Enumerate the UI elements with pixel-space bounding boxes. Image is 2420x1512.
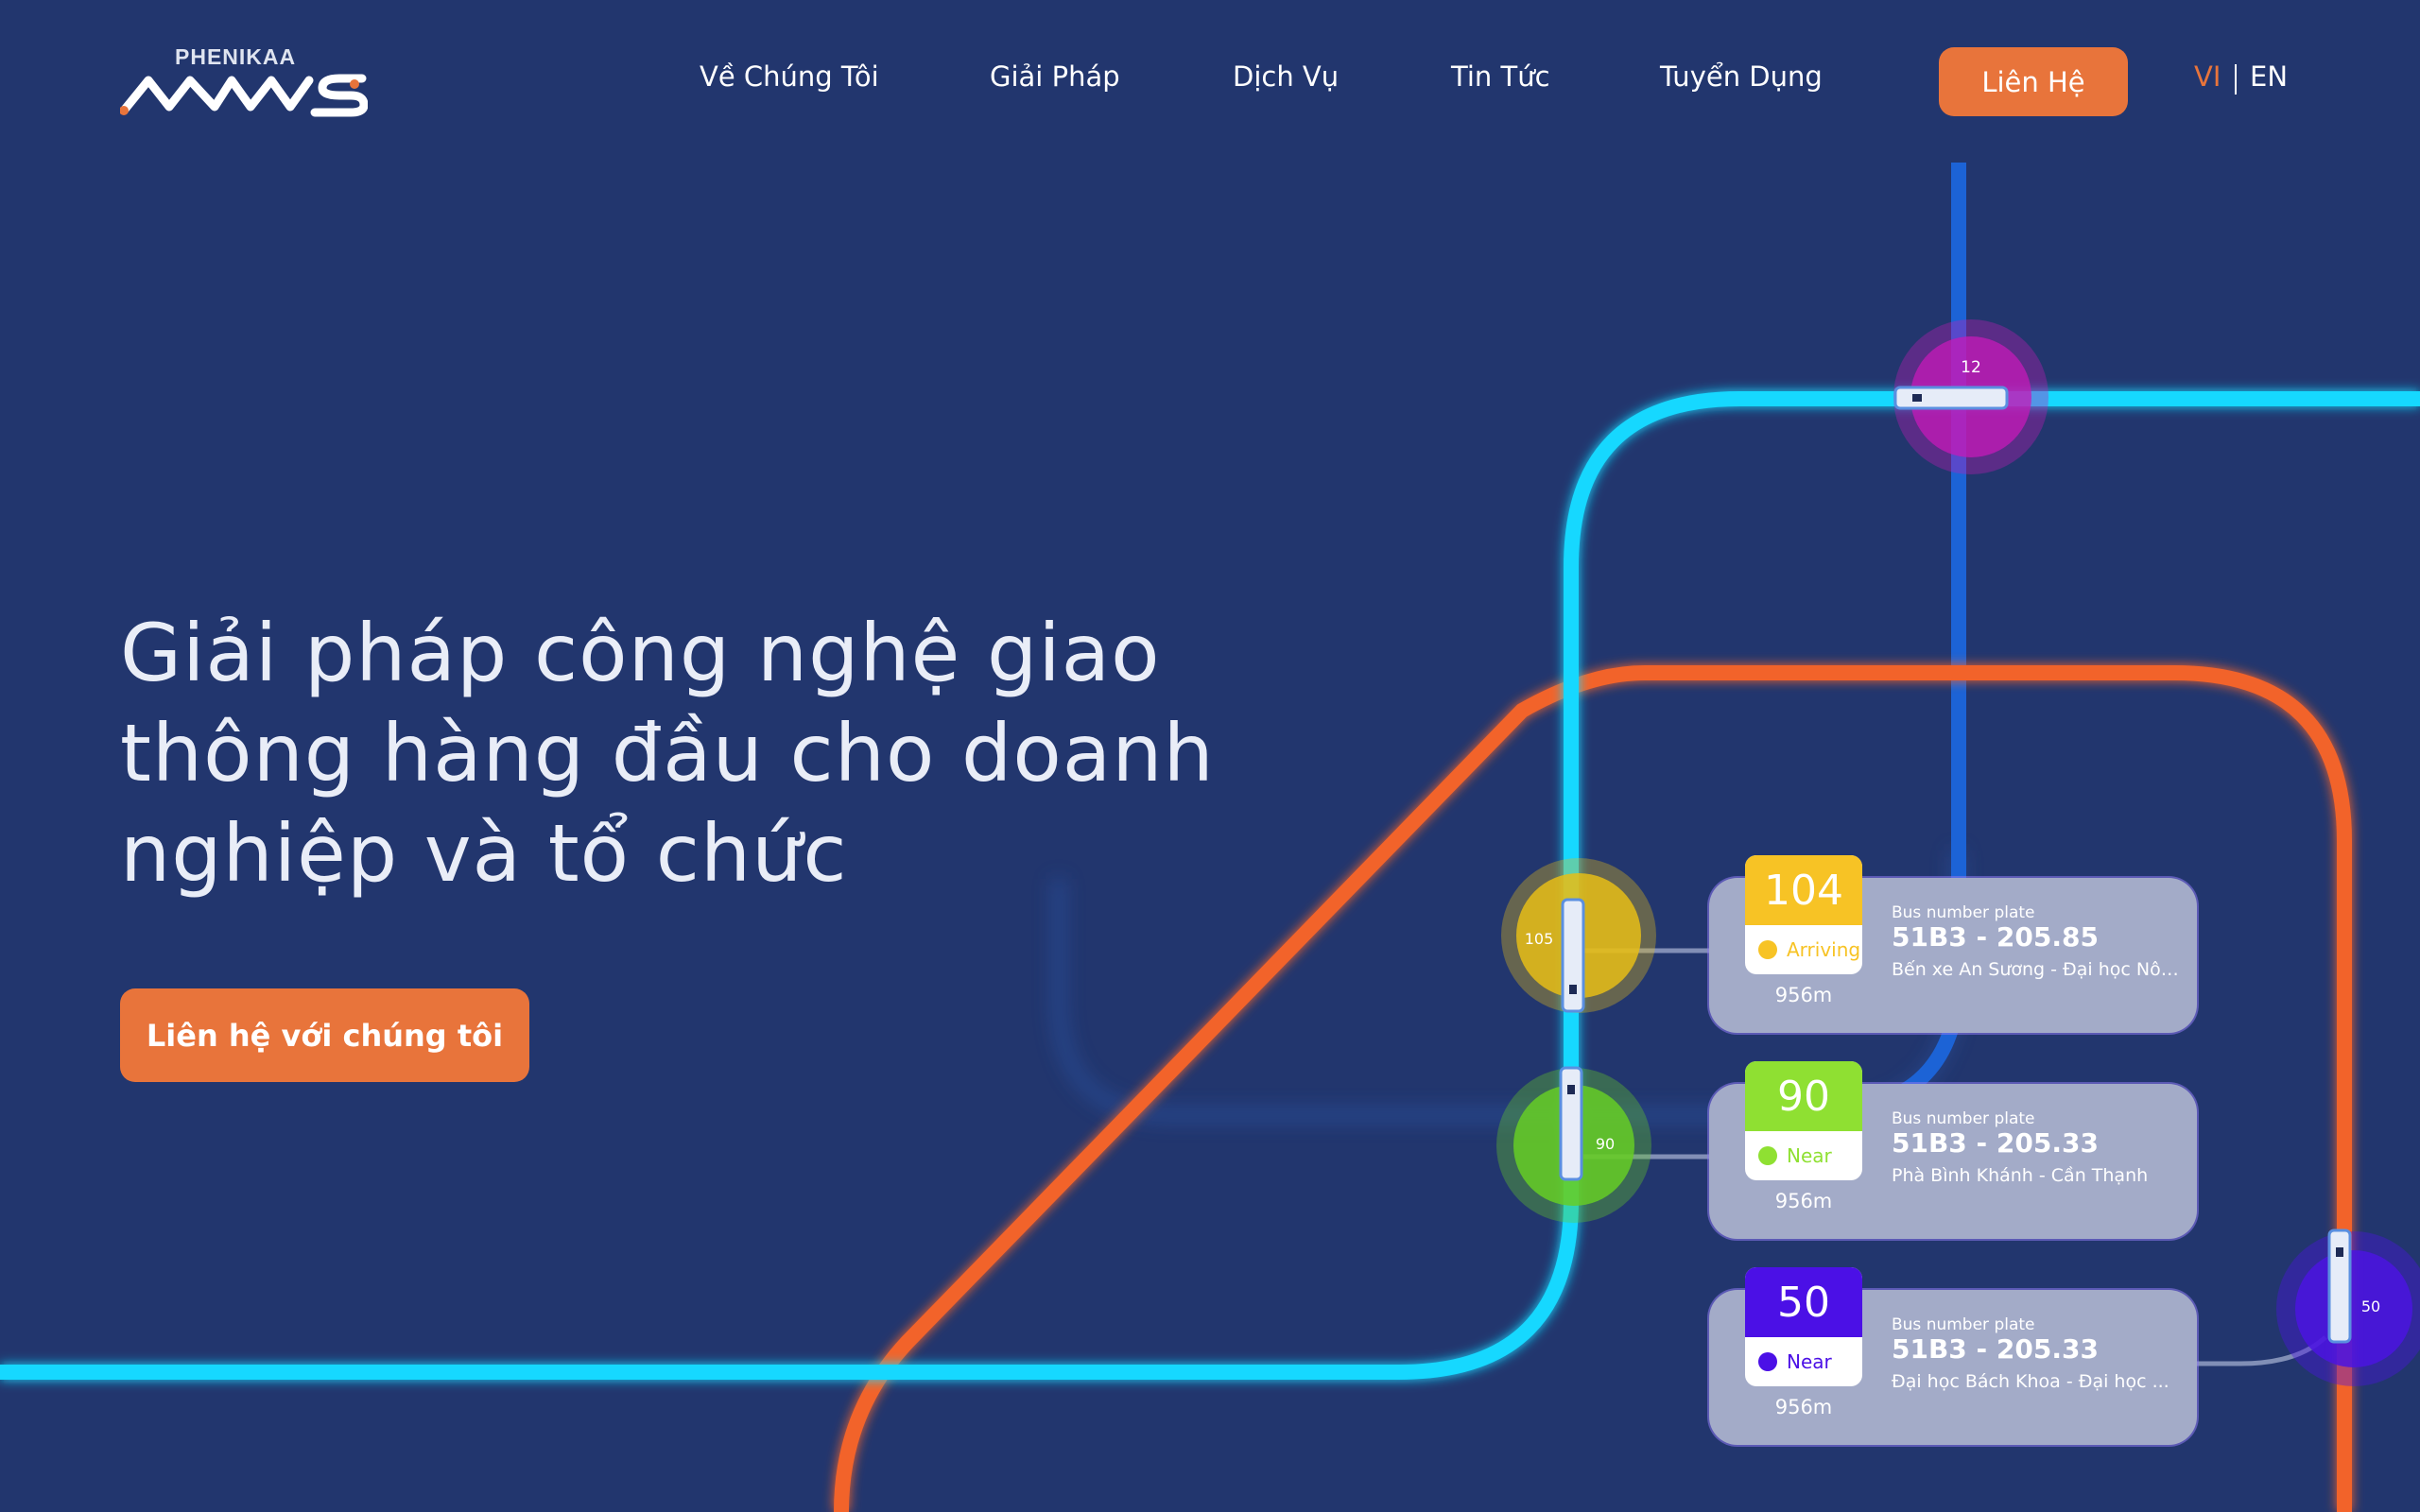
status-label: Arriving xyxy=(1787,938,1861,961)
lang-en-link[interactable]: EN xyxy=(2250,60,2288,93)
plate-number: 51B3 - 205.33 xyxy=(1892,1333,2099,1365)
bus-marker-label: 90 xyxy=(1596,1135,1615,1153)
status-row: Near xyxy=(1745,1131,1862,1180)
bus-card-104[interactable]: 104 Arriving 956m Bus number plate 51B3 … xyxy=(1709,855,2197,1033)
status-label: Near xyxy=(1787,1144,1832,1167)
status-label: Near xyxy=(1787,1350,1832,1373)
bus-icon xyxy=(1559,1066,1583,1181)
plate-label: Bus number plate xyxy=(1892,1315,2035,1334)
distance: 956m xyxy=(1774,1396,1833,1418)
route-badge: 50 Near xyxy=(1745,1267,1862,1386)
maas-logo-mark xyxy=(120,74,368,117)
plate-label: Bus number plate xyxy=(1892,1109,2035,1128)
bus-marker-label: 50 xyxy=(2361,1297,2380,1315)
hero-title-line: Giải pháp công nghệ giao xyxy=(120,607,1161,699)
bus-card-50[interactable]: 50 Near 956m Bus number plate 51B3 - 205… xyxy=(1709,1267,2197,1445)
brand-name: PHENIKAA xyxy=(175,44,297,69)
distance: 956m xyxy=(1774,1190,1833,1212)
plate-label: Bus number plate xyxy=(1892,903,2035,922)
route-name: Đại học Bách Khoa - Đại học ... xyxy=(1892,1371,2169,1392)
bus-marker-90[interactable]: 90 xyxy=(1496,1066,1651,1223)
nav-item-solutions[interactable]: Giải Pháp xyxy=(990,60,1120,93)
status-row: Near xyxy=(1745,1337,1862,1386)
route-name: Phà Bình Khánh - Cần Thạnh xyxy=(1892,1165,2149,1186)
bus-marker-label: 12 xyxy=(1961,358,1981,377)
distance: 956m xyxy=(1774,984,1833,1006)
status-row: Arriving xyxy=(1745,925,1862,974)
plate-number: 51B3 - 205.85 xyxy=(1892,921,2099,953)
status-dot-icon xyxy=(1758,940,1777,959)
nav-item-about[interactable]: Về Chúng Tôi xyxy=(700,60,879,93)
brand-logo[interactable]: PHENIKAA xyxy=(120,44,368,118)
bus-marker-105[interactable]: 105 xyxy=(1501,858,1656,1013)
status-dot-icon xyxy=(1758,1352,1777,1371)
bus-marker-50[interactable]: 50 xyxy=(2276,1228,2420,1386)
bus-card-90[interactable]: 90 Near 956m Bus number plate 51B3 - 205… xyxy=(1709,1061,2197,1239)
bus-marker-12[interactable]: 12 xyxy=(1893,319,2048,474)
plate-number: 51B3 - 205.33 xyxy=(1892,1127,2099,1159)
nav-item-services[interactable]: Dịch Vụ xyxy=(1233,60,1339,93)
route-number: 50 xyxy=(1745,1267,1862,1337)
nav-item-careers[interactable]: Tuyển Dụng xyxy=(1660,60,1823,93)
lang-divider xyxy=(2235,64,2237,94)
hero-title-line: nghiệp và tổ chức xyxy=(120,807,848,900)
contact-us-button[interactable]: Liên hệ với chúng tôi xyxy=(120,988,529,1082)
route-number: 104 xyxy=(1745,855,1862,925)
route-badge: 104 Arriving xyxy=(1745,855,1862,974)
route-badge: 90 Near xyxy=(1745,1061,1862,1180)
route-number: 90 xyxy=(1745,1061,1862,1131)
bus-marker-label: 105 xyxy=(1525,930,1554,948)
bus-icon xyxy=(2327,1228,2352,1344)
status-dot-icon xyxy=(1758,1146,1777,1165)
bus-icon xyxy=(1561,898,1585,1013)
lang-vi-link[interactable]: VI xyxy=(2194,60,2221,93)
bus-icon xyxy=(1893,386,2009,410)
contact-button[interactable]: Liên Hệ xyxy=(1939,47,2128,116)
hero-title-line: thông hàng đầu cho doanh xyxy=(120,707,1215,799)
nav-item-news[interactable]: Tin Tức xyxy=(1451,60,1550,93)
hero-title: Giải pháp công nghệ giao thông hàng đầu … xyxy=(120,603,1349,903)
route-name: Bến xe An Sương - Đại học Nông ... xyxy=(1892,959,2185,980)
